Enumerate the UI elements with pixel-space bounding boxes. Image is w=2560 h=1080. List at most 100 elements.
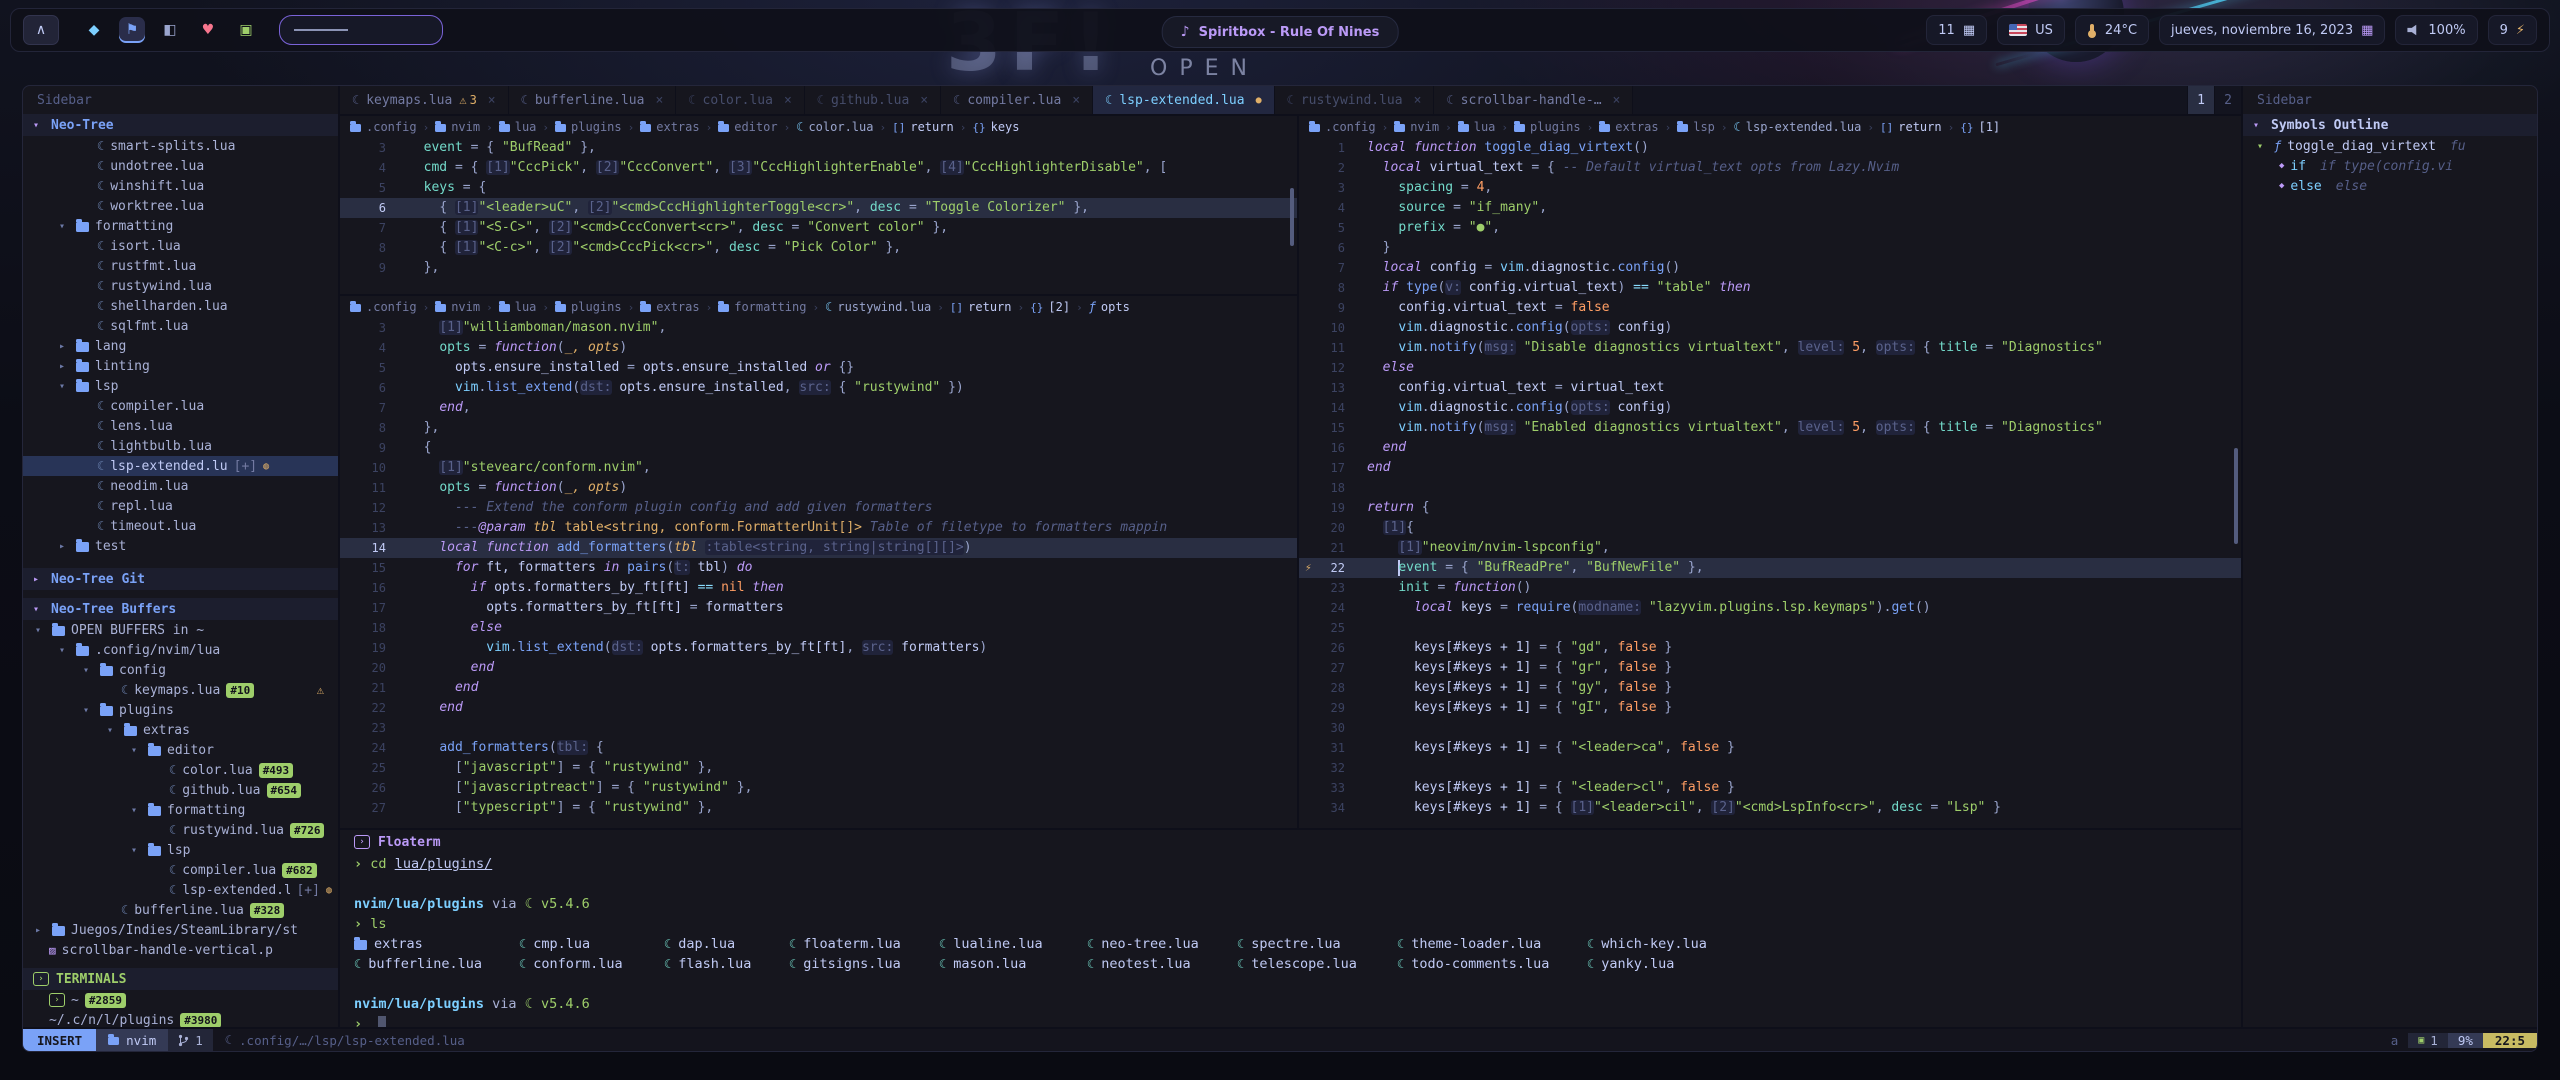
file-entry[interactable]: ☾todo-comments.lua [1397, 954, 1587, 974]
tree-item[interactable]: ▸Juegos/Indies/SteamLibrary/st [23, 920, 338, 940]
breadcrumb-item[interactable]: .config [350, 300, 417, 314]
breadcrumb-item[interactable]: lua [499, 300, 537, 314]
scrollbar-handle[interactable] [2234, 448, 2238, 544]
file-entry[interactable]: ☾neo-tree.lua [1087, 934, 1237, 954]
breadcrumb-item[interactable]: .config [1309, 120, 1376, 134]
tree-item[interactable]: ▾.config/nvim/lua [23, 640, 338, 660]
tree-item[interactable]: ☾repl.lua [23, 496, 338, 516]
pill-window-count[interactable]: 11▦ [1926, 15, 1987, 45]
file-entry[interactable]: ☾yanky.lua [1587, 954, 2227, 974]
outline-item[interactable]: ◆ifif type(config.vi [2243, 156, 2537, 176]
breadcrumb-item[interactable]: plugins [555, 120, 622, 134]
tab-rustywind.lua[interactable]: ☾rustywind.lua× [1275, 86, 1435, 114]
tree-item[interactable]: ☾shellharden.lua [23, 296, 338, 316]
taskbar-search-input[interactable] [279, 15, 443, 45]
tree-item[interactable]: ☾isort.lua [23, 236, 338, 256]
tree-item[interactable]: ☾lsp-extended.lu[+]◍ [23, 456, 338, 476]
tab-keymaps.lua[interactable]: ☾keymaps.lua⚠3× [340, 86, 509, 114]
file-entry[interactable]: ☾dap.lua [664, 934, 789, 954]
code-area[interactable]: 3 event = { "BufRead" },4 cmd = { [1]"Cc… [340, 138, 1297, 294]
file-entry[interactable]: ☾cmp.lua [519, 934, 664, 954]
outline-item[interactable]: ▾ƒtoggle_diag_virtextfu [2243, 136, 2537, 156]
floaterm-pane[interactable]: › Floaterm › cd lua/plugins/nvim/lua/plu… [340, 830, 2241, 1027]
outline-item[interactable]: ◆elseelse [2243, 176, 2537, 196]
tree-item[interactable]: ☾rustywind.lua [23, 276, 338, 296]
breadcrumb-item[interactable]: nvim [435, 120, 480, 134]
tree-item[interactable]: ☾winshift.lua [23, 176, 338, 196]
tree-item[interactable]: ▾formatting [23, 800, 338, 820]
breadcrumb-item[interactable]: ☾lsp-extended.lua [1734, 120, 1862, 134]
file-entry[interactable]: ☾neotest.lua [1087, 954, 1237, 974]
breadcrumb-item[interactable]: plugins [1514, 120, 1581, 134]
workspace-button-3[interactable]: ◧ [157, 17, 183, 43]
close-icon[interactable]: × [784, 93, 792, 108]
tree-item[interactable]: ☾smart-splits.lua [23, 136, 338, 156]
breadcrumb-item[interactable]: .config [350, 120, 417, 134]
file-entry[interactable]: ☾which-key.lua [1587, 934, 2227, 954]
tree-item[interactable]: ▸linting [23, 356, 338, 376]
terminal-output[interactable]: › cd lua/plugins/nvim/lua/plugins via ☾ … [340, 854, 2241, 1027]
breadcrumb-item[interactable]: ☾rustywind.lua [825, 300, 931, 314]
breadcrumb-item[interactable]: []return [892, 120, 954, 134]
file-entry[interactable]: ☾gitsigns.lua [789, 954, 939, 974]
close-icon[interactable]: × [1072, 93, 1080, 108]
tree-item[interactable]: ☾github.lua#654 [23, 780, 338, 800]
pill-date[interactable]: jueves, noviembre 16, 2023▦ [2159, 15, 2385, 45]
tree-item[interactable]: ☾lens.lua [23, 416, 338, 436]
breadcrumb-item[interactable]: extras [640, 120, 699, 134]
workspace-button-2[interactable]: ⚑ [119, 17, 145, 43]
section-header-buffers[interactable]: ▾Neo-Tree Buffers [23, 598, 338, 620]
breadcrumb-item[interactable]: nvim [1394, 120, 1439, 134]
breadcrumb-item[interactable]: {}[2] [1030, 300, 1070, 314]
section-header-terminals[interactable]: ›TERMINALS [23, 968, 338, 990]
file-entry[interactable]: ☾mason.lua [939, 954, 1087, 974]
tree-item[interactable]: ▸test [23, 536, 338, 556]
tree-item[interactable]: ~/.c/n/l/plugins#3980 [23, 1010, 338, 1027]
section-header-git[interactable]: ▸Neo-Tree Git [23, 568, 338, 590]
tree-item[interactable]: ☾color.lua#493 [23, 760, 338, 780]
cwd-segment[interactable]: nvim [96, 1029, 168, 1051]
tree-item[interactable]: ▾plugins [23, 700, 338, 720]
tree-item[interactable]: ▸lang [23, 336, 338, 356]
workspace-button-1[interactable]: ◆ [81, 17, 107, 43]
breadcrumb-item[interactable]: []return [950, 300, 1012, 314]
file-entry[interactable]: ☾theme-loader.lua [1397, 934, 1587, 954]
tree-item[interactable]: ▨scrollbar-handle-vertical.p [23, 940, 338, 960]
tree-item[interactable]: ☾worktree.lua [23, 196, 338, 216]
scrollbar-handle[interactable] [1290, 188, 1294, 246]
tree-item[interactable]: ☾lightbulb.lua [23, 436, 338, 456]
now-playing-widget[interactable]: ♪ Spiritbox - Rule Of Nines [1162, 16, 1399, 48]
tab-page-2[interactable]: 2 [2214, 86, 2241, 114]
file-entry[interactable]: ☾floaterm.lua [789, 934, 939, 954]
branch-segment[interactable]: 1 [168, 1029, 213, 1051]
breadcrumb-item[interactable]: formatting [718, 300, 806, 314]
code-area[interactable]: 3 [1]"williamboman/mason.nvim",4 opts = … [340, 318, 1297, 828]
file-entry[interactable]: ☾flash.lua [664, 954, 789, 974]
tree-item[interactable]: ☾rustfmt.lua [23, 256, 338, 276]
breadcrumb-item[interactable]: lua [499, 120, 537, 134]
tree-item[interactable]: ☾undotree.lua [23, 156, 338, 176]
tree-item[interactable]: ▾config [23, 660, 338, 680]
breadcrumb-item[interactable]: plugins [555, 300, 622, 314]
breadcrumb-item[interactable]: editor [718, 120, 777, 134]
tree-item[interactable]: ☾compiler.lua [23, 396, 338, 416]
breadcrumb-item[interactable]: {}[1] [1960, 120, 2000, 134]
tree-item[interactable]: ▾extras [23, 720, 338, 740]
symbols-outline-header[interactable]: ▾ Symbols Outline [2243, 114, 2537, 136]
tree-item[interactable]: ▾editor [23, 740, 338, 760]
editor-pane-lsp-extended[interactable]: .config›nvim›lua›plugins›extras›lsp›☾lsp… [1299, 116, 2241, 828]
tab-scrollbar-handle-…[interactable]: ☾scrollbar-handle-…× [1434, 86, 1633, 114]
file-entry[interactable]: ☾spectre.lua [1237, 934, 1397, 954]
tab-lsp-extended.lua[interactable]: ☾lsp-extended.lua● [1093, 86, 1275, 114]
code-area[interactable]: 1local function toggle_diag_virtext()2 l… [1299, 138, 2241, 828]
tree-item[interactable]: ▾OPEN BUFFERS in ~ [23, 620, 338, 640]
pill-keyboard-layout[interactable]: US [1997, 15, 2065, 45]
breadcrumb-item[interactable]: extras [1599, 120, 1658, 134]
tab-color.lua[interactable]: ☾color.lua× [676, 86, 805, 114]
tree-item[interactable]: ▾formatting [23, 216, 338, 236]
tree-item[interactable]: ☾compiler.lua#682 [23, 860, 338, 880]
close-icon[interactable]: × [920, 93, 928, 108]
file-entry[interactable]: extras [354, 934, 519, 954]
workspace-button-5[interactable]: ▣ [233, 17, 259, 43]
breadcrumb-item[interactable]: ƒopts [1089, 300, 1130, 314]
